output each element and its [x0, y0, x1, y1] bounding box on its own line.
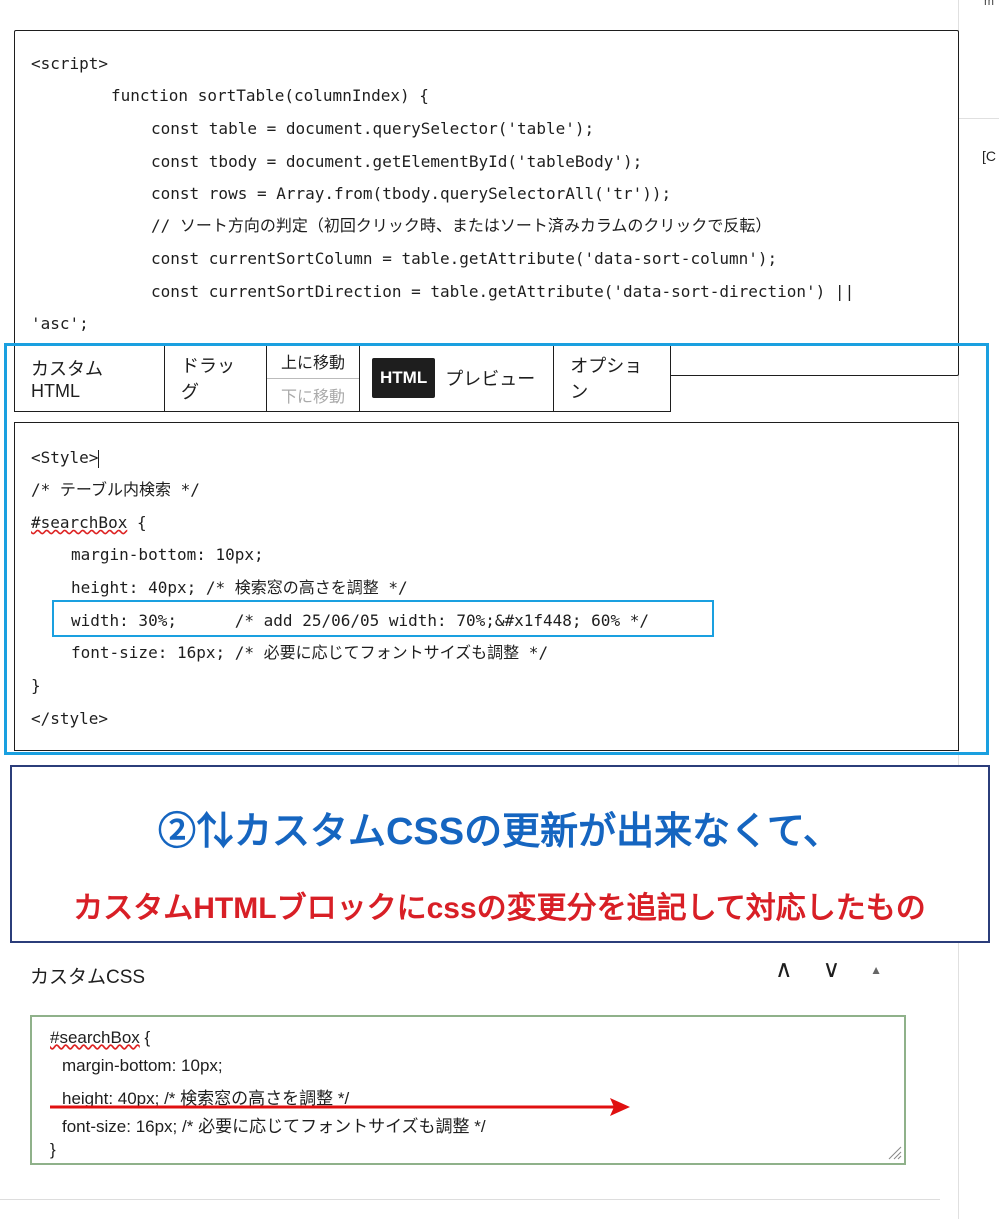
block-toolbar: カスタム HTML ドラッグ 上に移動 下に移動 HTML プレビュー オプショ… [14, 344, 672, 412]
code-line: <script> [31, 54, 109, 73]
editor-line: margin-bottom: 10px; [71, 545, 264, 564]
code-line: const table = document.querySelector('ta… [151, 119, 595, 138]
editor-line-text: <Style> [31, 448, 99, 467]
editor-line: font-size: 16px; /* 必要に応じてフォントサイズも調整 */ [71, 643, 549, 662]
editor-line: height: 40px; /* 検索窓の高さを調整 */ [71, 578, 408, 597]
code-line: 'asc'; [31, 314, 89, 333]
move-controls: 上に移動 下に移動 [267, 345, 360, 411]
chevron-down-icon[interactable]: ∨ [823, 955, 841, 984]
preview-tab[interactable]: プレビュー [445, 365, 535, 391]
editor-line: <Style> [31, 448, 100, 468]
spellcheck-word: #searchBox [31, 513, 128, 532]
editor-line: </style> [31, 709, 109, 728]
css-line: } [50, 1140, 56, 1159]
chevron-up-icon[interactable]: ∧ [775, 955, 793, 984]
block-type-button[interactable]: カスタム HTML [15, 345, 165, 411]
editor-line: /* テーブル内検索 */ [31, 480, 200, 499]
move-down-button[interactable]: 下に移動 [267, 379, 359, 412]
code-line: // ソート方向の判定（初回クリック時、またはソート済みカラムのクリックで反転） [151, 216, 772, 235]
sidebar-fragment-top: m [984, 0, 994, 8]
resize-handle-icon[interactable] [886, 1144, 902, 1160]
html-tab[interactable]: HTML [372, 358, 436, 398]
editor-line: #searchBox { [31, 513, 147, 533]
drag-handle[interactable]: ドラッグ [165, 345, 267, 411]
sidebar-separator [959, 118, 999, 119]
css-line: margin-bottom: 10px; [62, 1056, 223, 1075]
code-line: const tbody = document.getElementById('t… [151, 152, 643, 171]
editor-line: } [31, 676, 41, 695]
panel-controls: ∧ ∨ ▲ [775, 955, 882, 984]
options-button[interactable]: オプション [554, 345, 670, 411]
collapse-triangle-icon[interactable]: ▲ [870, 963, 882, 977]
sidebar-fragment: [C [982, 148, 996, 164]
annotation-subheading: カスタムHTMLブロックにcssの変更分を追記して対応したもの [73, 892, 926, 925]
code-line: const currentSortDirection = table.getAt… [151, 282, 855, 301]
panel-divider [0, 1199, 940, 1200]
code-line: const rows = Array.from(tbody.querySelec… [151, 184, 672, 203]
line-highlight-frame [52, 600, 714, 637]
spellcheck-word: #searchBox [50, 1028, 140, 1047]
annotation-heading: ②⇅カスタムCSSの更新が出来なくて、 [157, 811, 842, 853]
custom-css-title: カスタムCSS [30, 967, 146, 988]
move-up-button[interactable]: 上に移動 [267, 345, 359, 379]
editor-line-text: { [127, 513, 147, 532]
css-line-text: { [139, 1028, 151, 1047]
html-preview-toggle: HTML プレビュー [360, 345, 555, 411]
code-line: function sortTable(columnIndex) { [111, 86, 429, 105]
red-arrow-icon [50, 1098, 630, 1116]
css-line: #searchBox { [50, 1028, 150, 1048]
text-cursor [98, 449, 100, 468]
code-line: const currentSortColumn = table.getAttri… [151, 249, 778, 268]
